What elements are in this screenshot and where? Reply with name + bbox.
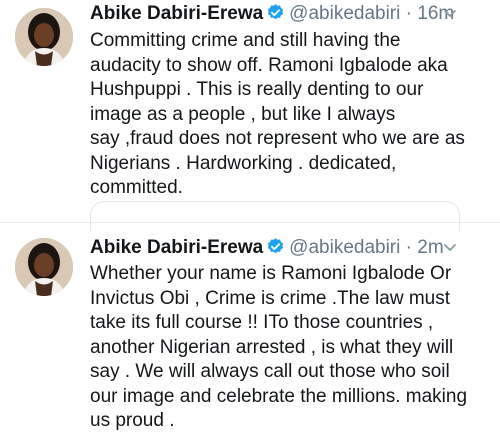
header-separator: · xyxy=(405,3,412,24)
tweet-card[interactable]: Abike Dabiri-Erewa @abikedabiri · 16m Com… xyxy=(0,0,500,231)
header-separator: · xyxy=(405,237,412,258)
author-handle[interactable]: @abikedabiri xyxy=(289,237,400,258)
author-handle[interactable]: @abikedabiri xyxy=(289,3,400,24)
tweet-header: Abike Dabiri-Erewa @abikedabiri · 2m xyxy=(90,236,488,260)
tweet-divider xyxy=(0,222,500,223)
author-name[interactable]: Abike Dabiri-Erewa xyxy=(90,3,263,24)
verified-badge-icon xyxy=(266,3,285,29)
author-name[interactable]: Abike Dabiri-Erewa xyxy=(90,237,263,258)
tweet-timestamp[interactable]: 2m xyxy=(417,237,443,258)
avatar-photo-icon xyxy=(15,238,73,296)
tweet-text: Committing crime and still having the au… xyxy=(90,30,465,198)
avatar[interactable] xyxy=(15,238,73,296)
verified-badge-icon xyxy=(266,237,285,263)
tweet-text: Whether your name is Ramoni Igbalode Or … xyxy=(90,263,468,431)
avatar[interactable] xyxy=(15,8,73,66)
tweet-header: Abike Dabiri-Erewa @abikedabiri · 16m xyxy=(90,2,488,26)
avatar-photo-icon xyxy=(15,8,73,66)
